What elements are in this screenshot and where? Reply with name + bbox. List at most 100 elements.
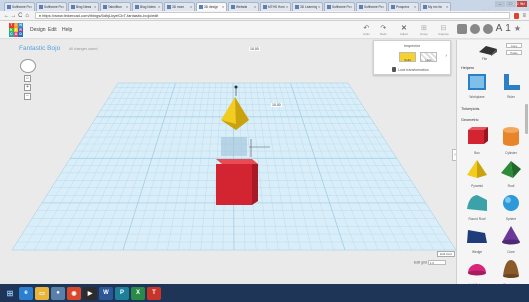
shape-cyl[interactable]: Cylinder	[495, 126, 527, 155]
taskbar-app-media[interactable]: ▶	[83, 286, 97, 300]
zoom-out-button[interactable]: −	[24, 93, 31, 100]
browser-tab[interactable]: My rec for x	[420, 2, 451, 11]
number-icon[interactable]: 1	[505, 24, 511, 34]
shape-half[interactable]: Half Sphere	[461, 258, 493, 284]
taskbar-app-publisher[interactable]: P	[115, 286, 129, 300]
forward-icon[interactable]: →	[10, 13, 17, 19]
browser-menu-icon[interactable]: ≡	[522, 13, 526, 19]
tab-close-icon[interactable]: x	[222, 5, 224, 9]
taskbar-app-internet-explorer[interactable]: e	[19, 286, 33, 300]
grid-size-dropdown[interactable]: 1.0	[427, 260, 446, 265]
shape-roof[interactable]: Roof	[495, 159, 527, 188]
group-button[interactable]: ⊞ Group	[420, 24, 428, 36]
hole-swatch[interactable]: Hole	[420, 52, 437, 62]
taskbar-app-excel[interactable]: X	[131, 286, 145, 300]
box-side-face[interactable]	[252, 164, 258, 205]
taskbar-app-paint[interactable]: ●	[51, 286, 65, 300]
taskbar-app-word[interactable]: W	[99, 286, 113, 300]
paste-button[interactable]: Paste	[506, 50, 522, 55]
tab-close-icon[interactable]: x	[286, 5, 288, 9]
geometric-section[interactable]: Geometric	[461, 118, 479, 122]
back-icon[interactable]: ←	[3, 13, 10, 19]
box-front-face[interactable]	[216, 164, 252, 205]
tab-close-icon[interactable]: x	[30, 5, 32, 9]
home-icon[interactable]: ⌂	[24, 13, 31, 19]
browser-tab[interactable]: Website x	[228, 2, 259, 11]
import-shape-preview[interactable]	[477, 44, 499, 56]
tinkercad-logo[interactable]: TINKERCAD	[9, 23, 23, 37]
tab-close-icon[interactable]: x	[190, 5, 192, 9]
shape-pyr[interactable]: Pyramid	[461, 159, 493, 188]
taskbar-app-start[interactable]: ⊞	[3, 287, 17, 300]
browser-tab[interactable]: Blog Notes x	[132, 2, 163, 11]
shape-para[interactable]: Paraboloid	[495, 258, 527, 284]
system-clock[interactable]: 2:22 PM 4/4/2017	[511, 2, 525, 12]
shape-wedge[interactable]: Wedge	[461, 225, 493, 254]
height-handle[interactable]	[234, 85, 238, 89]
side-dimension-label[interactable]: 10.00	[271, 103, 282, 107]
ruler-helper[interactable]: Ruler	[495, 72, 527, 99]
ungroup-button[interactable]: ⊟ Ungroup	[438, 24, 449, 36]
browser-tab[interactable]: Prospens x	[388, 2, 419, 11]
menu-help[interactable]: Help	[62, 27, 72, 33]
lock-icon[interactable]	[392, 67, 396, 72]
lock-transformation-label[interactable]: Lock transformation	[398, 68, 429, 72]
shape-rroof[interactable]: Round Roof	[461, 192, 493, 221]
browser-tab[interactable]: Softhome Poc x	[4, 2, 35, 11]
browser-tab[interactable]: Softhome Poc x	[324, 2, 355, 11]
grid-view-icon[interactable]	[456, 24, 467, 34]
tab-close-icon[interactable]: x	[446, 5, 448, 9]
box-top-face[interactable]	[216, 159, 258, 164]
tab-close-icon[interactable]: x	[350, 5, 352, 9]
browser-tab[interactable]: MTHS Hom x	[260, 2, 291, 11]
system-tray-icons[interactable]: ▴ ⚑ ▯ ◂)	[483, 6, 505, 11]
copy-button[interactable]: Copy	[506, 43, 522, 48]
tab-close-icon[interactable]: x	[94, 5, 96, 9]
taskbar-app-tinkercad[interactable]: T	[147, 286, 161, 300]
star-icon[interactable]: ★	[514, 24, 521, 34]
view-cube[interactable]	[20, 59, 36, 73]
menu-design[interactable]: Design	[30, 27, 46, 33]
inspector-collapse-icon[interactable]: ›	[445, 53, 447, 59]
workplane-canvas[interactable]: 10.00 10.00 Fantastic Bojo All changes s…	[0, 40, 456, 280]
camera-icon[interactable]	[469, 24, 480, 34]
taskbar-app-file-explorer[interactable]: ▭	[35, 286, 49, 300]
tab-close-icon[interactable]: x	[126, 5, 128, 9]
edit-grid-button[interactable]: Edit Grid	[437, 251, 455, 257]
solid-swatch[interactable]: Solid	[399, 52, 416, 62]
top-dimension-label[interactable]: 10.00	[249, 47, 260, 51]
workplane-helper[interactable]: Workplane	[461, 72, 493, 99]
extension-icon[interactable]	[513, 12, 520, 19]
browser-tab[interactable]: Softhome Poc x	[36, 2, 67, 11]
tab-close-icon[interactable]: x	[158, 5, 160, 9]
tab-close-icon[interactable]: x	[254, 5, 256, 9]
helpers-section[interactable]: Helpers	[461, 66, 474, 70]
browser-tab[interactable]: 3D design x	[196, 2, 227, 11]
browser-tab[interactable]: Softhome Poc x	[356, 2, 387, 11]
taskbar-app-chrome[interactable]: ◉	[67, 286, 81, 300]
browser-tab[interactable]: Tatrolfiton x	[100, 2, 131, 11]
browser-tab[interactable]: 3D mom x	[164, 2, 195, 11]
zoom-in-button[interactable]: +	[24, 84, 31, 91]
undo-button[interactable]: ↶ Undo	[363, 24, 370, 36]
home-view-button[interactable]: ⌂	[24, 75, 31, 82]
browser-tab[interactable]: Bing News x	[68, 2, 99, 11]
tab-close-icon[interactable]: x	[318, 5, 320, 9]
url-input[interactable]: ●https://www.tinkercad.com/things/6dhjLk…	[34, 12, 510, 19]
workplane-grid[interactable]	[0, 40, 456, 280]
adjust-button[interactable]: ✕ Adjust	[400, 24, 408, 36]
browser-tab[interactable]: 3D Learning x	[292, 2, 323, 11]
tab-close-icon[interactable]: x	[62, 5, 64, 9]
redo-button[interactable]: ↷ Redo	[380, 24, 387, 36]
shape-cone[interactable]: Cone	[495, 225, 527, 254]
tinkerplots-section[interactable]: Tinkerplots	[461, 107, 479, 111]
text-icon[interactable]: A	[496, 24, 503, 34]
hole-box[interactable]	[221, 137, 247, 156]
menu-edit[interactable]: Edit	[48, 27, 57, 33]
tab-close-icon[interactable]: x	[382, 5, 384, 9]
circle-view-icon[interactable]	[482, 24, 493, 34]
design-title[interactable]: Fantastic Bojo	[19, 45, 60, 52]
reload-icon[interactable]: C	[17, 13, 24, 19]
shape-sph[interactable]: Sphere	[495, 192, 527, 221]
shape-box[interactable]: Box	[461, 126, 493, 155]
